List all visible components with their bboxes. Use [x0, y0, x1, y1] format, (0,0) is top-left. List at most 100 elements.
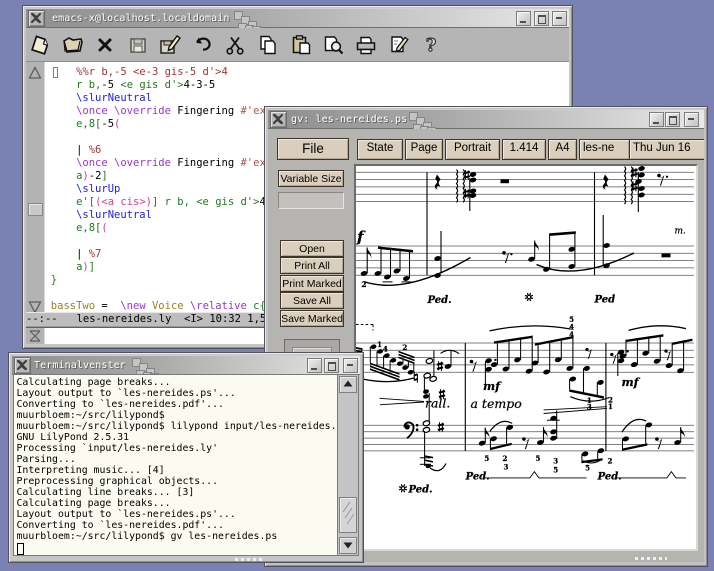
close-bar-icon	[688, 118, 694, 120]
gv-minimize-button[interactable]	[649, 112, 664, 127]
save-as-icon[interactable]	[157, 32, 183, 58]
svg-text:mf: mf	[483, 379, 502, 393]
terminal-screen[interactable]: Calculating page breaks... Layout output …	[13, 374, 341, 556]
customize-icon[interactable]	[386, 32, 412, 58]
gv-close2-button[interactable]	[684, 112, 699, 127]
search-icon[interactable]	[320, 32, 346, 58]
window-resize-grip[interactable]	[235, 558, 265, 561]
window-resize-grip[interactable]	[635, 557, 667, 560]
terminal-line: Calculating line breaks... [3]	[16, 486, 195, 498]
close-bar-icon	[556, 17, 562, 19]
svg-text:Ped: Ped	[594, 295, 616, 306]
copy-icon[interactable]	[255, 32, 281, 58]
arrow-down-icon	[343, 542, 353, 549]
print-icon[interactable]	[353, 32, 379, 58]
code-line: %%r b,-5 <e-3 gis-5 d'>4	[76, 65, 228, 78]
emacs-close-button[interactable]	[28, 10, 45, 27]
terminal-cursor	[17, 543, 24, 555]
svg-text:m.: m.	[675, 227, 687, 237]
gv-sidebar-open[interactable]: Open	[280, 240, 344, 257]
gv-sidebar-save-all[interactable]: Save All	[280, 292, 344, 309]
gv-close-button[interactable]	[270, 111, 287, 128]
save-icon[interactable]	[125, 32, 151, 58]
gv-toolbar-scale[interactable]: 1.414	[502, 139, 546, 160]
emacs-title: emacs-x@localhost.localdomain	[52, 12, 230, 24]
emacs-minibuffer-scrollbar	[26, 328, 45, 344]
open-folder-icon[interactable]	[60, 32, 86, 58]
terminal-line: Interpreting music... [4]	[16, 464, 165, 476]
gv-locator	[278, 192, 344, 209]
gv-toolbar-state[interactable]: State	[357, 139, 403, 160]
gv-toolbar-date[interactable]: Thu Jun 16	[629, 139, 704, 160]
svg-text:Ped.: Ped.	[408, 485, 433, 496]
emacs-titlebar[interactable]: emacs-x@localhost.localdomain	[26, 8, 569, 35]
gv-titlebar[interactable]: gv: les-nereides.ps	[268, 109, 704, 136]
gv-sidebar-print-all[interactable]: Print All	[280, 257, 344, 274]
gv-page-view[interactable]: f m. 2 Ped. Ped 1 4 2 rall. a tempo 5 4 4 mf 1 3 2 1 mf Ped…	[354, 164, 698, 551]
help-icon[interactable]: ?	[418, 32, 444, 58]
gv-toolbar-papersize[interactable]: A4	[548, 139, 577, 160]
terminal-line: Processing `input/les-nereides.ly'	[16, 442, 219, 454]
close-icon	[16, 359, 28, 371]
gv-sidebar-variable-size[interactable]: Variable Size	[278, 170, 344, 187]
gv-maximize-button[interactable]	[665, 112, 680, 127]
svg-text:mf: mf	[622, 375, 641, 389]
svg-text:Ped.: Ped.	[427, 295, 452, 306]
minimize-icon	[520, 21, 526, 23]
emacs-maximize-button[interactable]	[534, 11, 549, 26]
terminal-line: Layout output to `les-nereides.ps'...	[16, 508, 236, 520]
terminal-close-button[interactable]	[14, 357, 31, 374]
emacs-minimize-button[interactable]	[516, 11, 531, 26]
terminal-line: Calculating page breaks...	[16, 376, 171, 388]
svg-text:Ped.: Ped.	[597, 472, 622, 483]
terminal-minimize-button[interactable]	[307, 358, 322, 373]
desktop: emacs-x@localhost.localdomain ? %%r b,-5…	[0, 0, 714, 571]
gv-toolbar-orientation[interactable]: Portrait	[445, 139, 500, 160]
terminal-line: Preprocessing graphical objects...	[16, 475, 219, 487]
svg-text:5: 5	[553, 466, 558, 475]
terminal-close2-button[interactable]	[343, 358, 358, 373]
close-icon	[30, 12, 42, 24]
terminal-scrollbar-thumb[interactable]	[339, 497, 357, 533]
new-file-icon[interactable]	[27, 32, 53, 58]
svg-text:?: ?	[426, 35, 437, 56]
terminal-line: muurbloem:~/src/lilypond$	[16, 409, 165, 421]
svg-text:1: 1	[608, 402, 613, 411]
gv-title: gv: les-nereides.ps	[291, 113, 408, 125]
gv-toolbar-page[interactable]: Page	[405, 139, 443, 160]
arrow-up-icon	[343, 380, 353, 387]
terminal-line: Converting to `les-nereides.pdf'...	[16, 398, 224, 410]
gv-sidebar-save-marked[interactable]: Save Marked	[280, 310, 344, 327]
svg-text:2: 2	[402, 343, 407, 352]
scroll-both-icon	[29, 330, 41, 342]
terminal-line: GNU LilyPond 2.5.31	[16, 431, 130, 443]
emacs-close2-button[interactable]	[552, 11, 567, 26]
maximize-icon	[538, 15, 546, 24]
gv-toolbar-filename[interactable]: les-ne	[579, 139, 630, 160]
emacs-scrollbar-thumb[interactable]	[28, 203, 43, 216]
terminal-scroll-down[interactable]	[339, 537, 357, 554]
close-icon	[272, 113, 284, 125]
terminal-title: Terminalvenster	[34, 359, 126, 371]
svg-text:5: 5	[535, 454, 540, 463]
code-line: \slurNeutral	[76, 91, 152, 104]
close-bar-icon	[347, 364, 353, 366]
terminal-scroll-up[interactable]	[339, 376, 357, 393]
svg-text:5: 5	[484, 454, 489, 463]
thumb-grip-icon	[342, 501, 355, 525]
gv-toolbar-file[interactable]: File	[277, 138, 349, 160]
paste-icon[interactable]	[288, 32, 314, 58]
terminal-scrollbar[interactable]	[337, 374, 359, 556]
kill-buffer-icon[interactable]	[92, 32, 118, 58]
terminal-titlebar[interactable]: Terminalvenster	[12, 355, 360, 382]
emacs-scrollbar[interactable]	[26, 62, 45, 314]
terminal-line: Layout output to `les-nereides.ps'...	[16, 387, 236, 399]
terminal-line: Calculating page breaks...	[16, 497, 171, 509]
undo-icon[interactable]	[190, 32, 216, 58]
maximize-icon	[669, 116, 677, 125]
terminal-line: Converting to `les-nereides.pdf'...	[16, 519, 224, 531]
cut-icon[interactable]	[223, 32, 249, 58]
terminal-maximize-button[interactable]	[324, 358, 339, 373]
scroll-up-icon[interactable]	[28, 66, 42, 79]
gv-sidebar-print-marked[interactable]: Print Marked	[280, 275, 344, 292]
